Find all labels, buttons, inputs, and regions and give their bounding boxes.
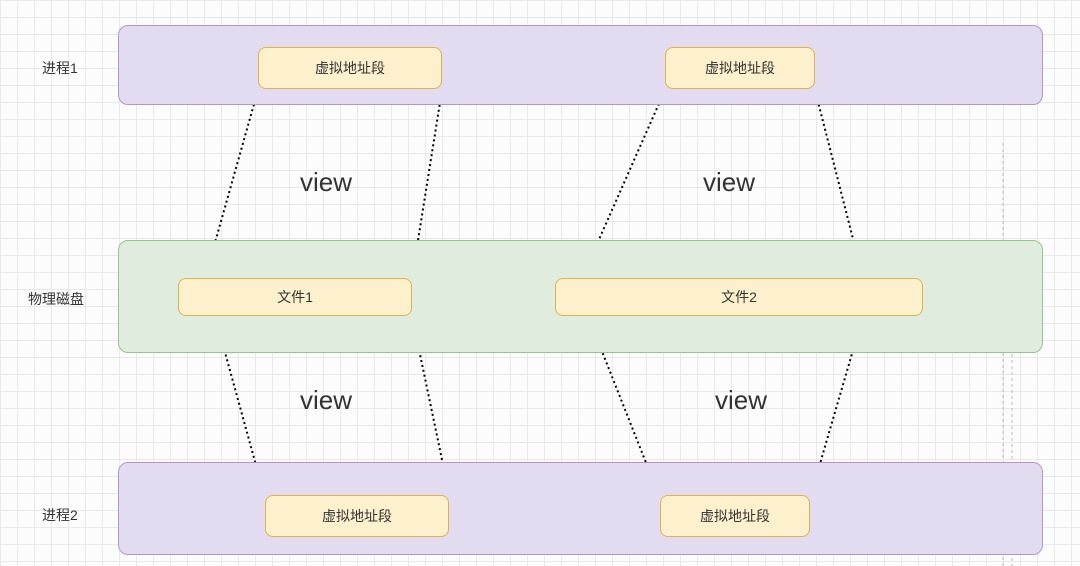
- process2-label: 进程2: [42, 505, 78, 525]
- view-label-bottom-right: view: [715, 385, 767, 416]
- view-label-bottom-left: view: [300, 385, 352, 416]
- process1-label: 进程1: [42, 58, 78, 78]
- p1-vaddr-segment-1: 虚拟地址段: [258, 47, 442, 89]
- p2-vaddr-segment-2: 虚拟地址段: [660, 495, 810, 537]
- view-label-top-right: view: [703, 167, 755, 198]
- p2-vaddr-segment-1: 虚拟地址段: [265, 495, 449, 537]
- p1-vaddr-segment-2: 虚拟地址段: [665, 47, 815, 89]
- view-label-top-left: view: [300, 167, 352, 198]
- disk-label: 物理磁盘: [28, 289, 84, 309]
- process2-container: [118, 462, 1043, 555]
- file2-box: 文件2: [555, 278, 923, 316]
- file1-box: 文件1: [178, 278, 412, 316]
- process1-container: [118, 25, 1043, 105]
